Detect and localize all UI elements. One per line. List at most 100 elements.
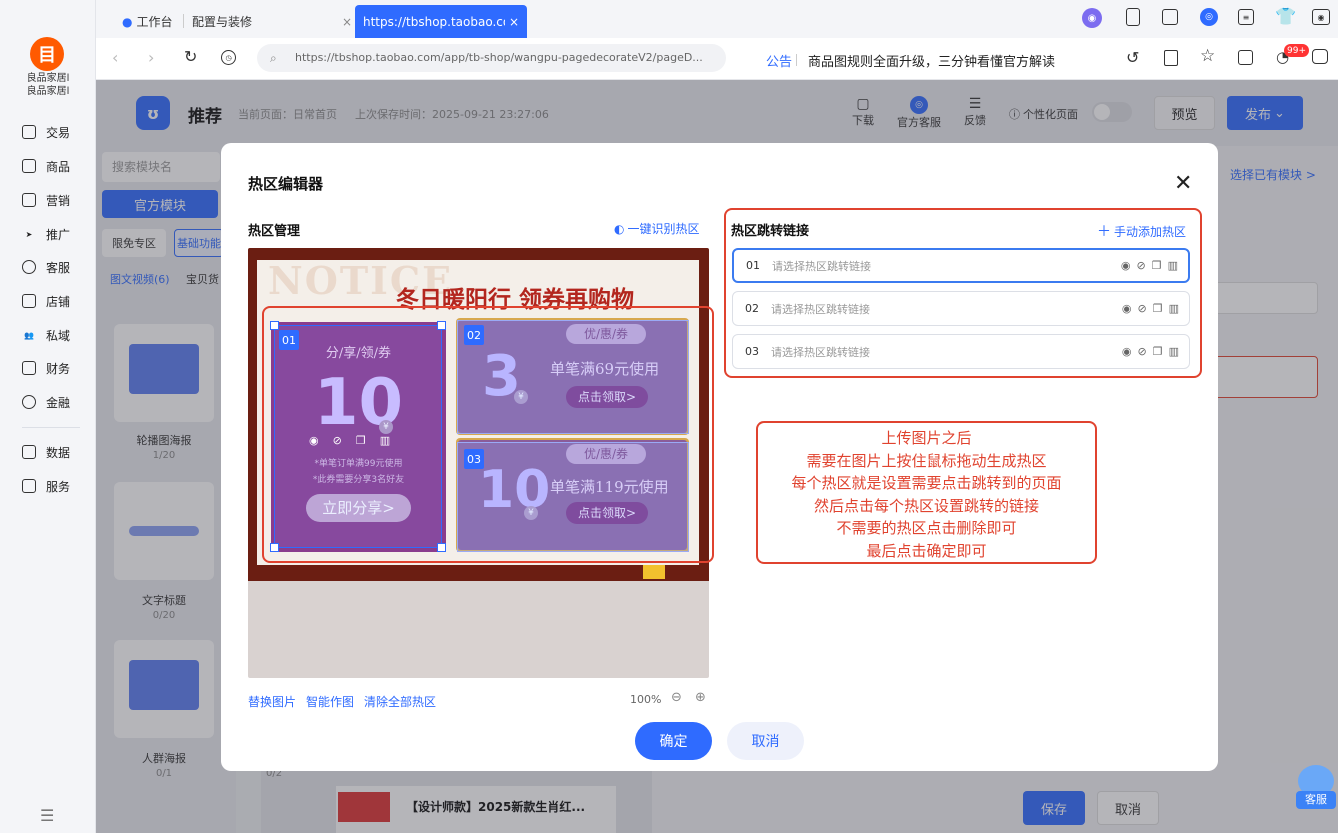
service-icon bbox=[22, 260, 36, 274]
auto-detect-button[interactable]: ◐ 一键识别热区 bbox=[614, 220, 700, 237]
private-icon: 👥 bbox=[24, 330, 34, 340]
copy-icon[interactable] bbox=[1164, 50, 1178, 66]
services-icon bbox=[22, 479, 36, 493]
sidebar-item-money[interactable]: 金融 bbox=[22, 390, 92, 414]
replace-image-button[interactable]: 替换图片 bbox=[248, 693, 296, 710]
sidebar-item-private[interactable]: 👥 私域 bbox=[22, 323, 92, 347]
link-placeholder[interactable]: 请选择热区跳转链接 bbox=[772, 258, 1121, 274]
row-number: 02 bbox=[745, 302, 759, 315]
sidebar-item-marketing[interactable]: 营销 bbox=[22, 188, 92, 212]
tab-workbench[interactable]: ● 工作台 bbox=[114, 5, 181, 38]
trash-icon[interactable]: ▥ bbox=[1169, 345, 1179, 358]
home-icon: ● bbox=[122, 14, 133, 29]
tab-config[interactable]: 配置与装修 bbox=[184, 5, 260, 38]
row-number: 01 bbox=[746, 259, 760, 272]
money-icon bbox=[22, 395, 36, 409]
trash-icon[interactable]: ▥ bbox=[1168, 259, 1178, 272]
link-placeholder[interactable]: 请选择热区跳转链接 bbox=[771, 301, 1122, 317]
smart-image-button[interactable]: 智能作图 bbox=[306, 693, 354, 710]
instruction-line: 需要在图片上按住鼠标拖动生成热区 bbox=[806, 451, 1047, 470]
ribbon-icon bbox=[643, 565, 665, 579]
instruction-line: 最后点击确定即可 bbox=[866, 541, 987, 560]
sidebar-item-goods[interactable]: 商品 bbox=[22, 154, 92, 178]
eye-icon[interactable]: ◉ bbox=[1122, 302, 1132, 315]
sidebar-item-data[interactable]: 数据 bbox=[22, 440, 92, 464]
sidebar-divider bbox=[22, 427, 80, 428]
edit-icon[interactable]: ≡ bbox=[1238, 9, 1254, 25]
browser-tab-bar: ●工作台 配置与装修 × https://tbshop.taobao.com..… bbox=[96, 0, 1338, 38]
hotspot-link-row-01[interactable]: 01 请选择热区跳转链接 ◉ ⊘ ❐ ▥ bbox=[732, 248, 1190, 283]
hotspot-link-row-03[interactable]: 03 请选择热区跳转链接 ◉ ⊘ ❐ ▥ bbox=[732, 334, 1190, 369]
copy-icon[interactable]: ❐ bbox=[1152, 259, 1162, 272]
user-icon[interactable]: ◎ bbox=[1200, 8, 1218, 26]
sidebar-item-trade[interactable]: 交易 bbox=[22, 120, 92, 144]
hotspot-link-row-02[interactable]: 02 请选择热区跳转链接 ◉ ⊘ ❐ ▥ bbox=[732, 291, 1190, 326]
close-icon[interactable]: ✕ bbox=[1174, 171, 1192, 196]
sync-icon[interactable]: ↺ bbox=[1126, 48, 1139, 67]
confirm-button[interactable]: 确定 bbox=[635, 722, 712, 760]
url-field[interactable]: https://tbshop.taobao.com/app/tb-shop/wa… bbox=[257, 44, 726, 72]
sidebar-item-service[interactable]: 客服 bbox=[22, 255, 92, 279]
eye-icon[interactable]: ◉ bbox=[1122, 345, 1132, 358]
shop-icon bbox=[22, 294, 36, 308]
address-bar: ‹ › ↻ ◷ https://tbshop.taobao.com/app/tb… bbox=[96, 38, 1338, 80]
hotspot-manage-label: 热区管理 bbox=[248, 224, 301, 239]
copy-icon[interactable]: ❐ bbox=[1153, 302, 1163, 315]
divider bbox=[796, 54, 797, 66]
link-icon[interactable]: ⊘ bbox=[1138, 302, 1147, 315]
bookmark-icon[interactable] bbox=[1238, 50, 1253, 65]
instruction-line: 上传图片之后 bbox=[881, 429, 972, 447]
back-icon[interactable]: ‹ bbox=[112, 48, 118, 67]
announcement-text[interactable]: 商品图规则全面升级，三分钟看懂官方解读 bbox=[808, 51, 1055, 70]
zoom-out-icon[interactable]: ⊖ bbox=[671, 690, 682, 705]
search-icon: ⌕ bbox=[270, 51, 277, 65]
announcement-label[interactable]: 公告 bbox=[766, 51, 792, 70]
promote-icon: ➤ bbox=[25, 229, 33, 239]
instruction-line: 每个热区就是设置需要点击跳转到的页面 bbox=[791, 474, 1062, 492]
tab-tbshop[interactable]: https://tbshop.taobao.com...× bbox=[355, 5, 527, 38]
goods-icon bbox=[22, 159, 36, 173]
sidebar-item-finance[interactable]: 财务 bbox=[22, 356, 92, 380]
menu-icon[interactable]: ☰ bbox=[40, 806, 54, 825]
eye-icon[interactable]: ◉ bbox=[1121, 259, 1131, 272]
customer-service-float[interactable]: 客服 bbox=[1296, 762, 1336, 812]
instruction-line: 不需要的热区点击删除即可 bbox=[836, 519, 1017, 537]
trade-icon bbox=[22, 125, 36, 139]
phone-icon[interactable] bbox=[1126, 8, 1140, 26]
cancel-button[interactable]: 取消 bbox=[727, 722, 804, 760]
close-icon[interactable]: × bbox=[509, 15, 519, 29]
instruction-line: 然后点击每个热区设置跳转的链接 bbox=[813, 496, 1039, 515]
history-icon[interactable]: ◷ bbox=[221, 50, 236, 65]
customer-service-label: 客服 bbox=[1296, 791, 1336, 809]
star-icon[interactable]: ☆ bbox=[1200, 46, 1215, 66]
sidebar-item-shop[interactable]: 店铺 bbox=[22, 289, 92, 313]
row-number: 03 bbox=[745, 345, 759, 358]
copy-icon[interactable]: ❐ bbox=[1153, 345, 1163, 358]
link-icon[interactable]: ⊘ bbox=[1137, 259, 1146, 272]
data-icon bbox=[22, 445, 36, 459]
refresh-icon[interactable]: ↻ bbox=[184, 47, 197, 66]
message-icon[interactable] bbox=[1312, 49, 1328, 64]
settings-icon[interactable]: ◉ bbox=[1312, 9, 1330, 25]
link-placeholder[interactable]: 请选择热区跳转链接 bbox=[771, 344, 1122, 360]
annotation-box-hotspots bbox=[262, 306, 714, 563]
instruction-annotation: 上传图片之后 需要在图片上按住鼠标拖动生成热区 每个热区就是设置需要点击跳转到的… bbox=[756, 421, 1097, 564]
magic-icon: ◐ bbox=[614, 221, 625, 236]
finance-icon bbox=[22, 361, 36, 375]
zoom-in-icon[interactable]: ⊕ bbox=[695, 690, 706, 705]
shirt-icon[interactable]: 👕 bbox=[1275, 7, 1296, 27]
forward-icon[interactable]: › bbox=[148, 48, 154, 67]
shop-logo[interactable]: 目 bbox=[30, 37, 64, 71]
notification-badge: 99+ bbox=[1284, 44, 1309, 57]
clear-hotspots-button[interactable]: 清除全部热区 bbox=[364, 693, 436, 710]
ai-assistant-icon[interactable]: ◉ bbox=[1082, 8, 1102, 28]
sidebar-item-promote[interactable]: ➤ 推广 bbox=[22, 222, 92, 246]
modal-title: 热区编辑器 bbox=[248, 175, 324, 193]
trash-icon[interactable]: ▥ bbox=[1169, 302, 1179, 315]
book-icon[interactable] bbox=[1162, 9, 1178, 25]
marketing-icon bbox=[22, 193, 36, 207]
shop-name: 良品家居l 良品家居l bbox=[26, 73, 70, 97]
link-icon[interactable]: ⊘ bbox=[1138, 345, 1147, 358]
sidebar-item-services[interactable]: 服务 bbox=[22, 474, 92, 498]
zoom-level: 100% bbox=[630, 693, 662, 706]
